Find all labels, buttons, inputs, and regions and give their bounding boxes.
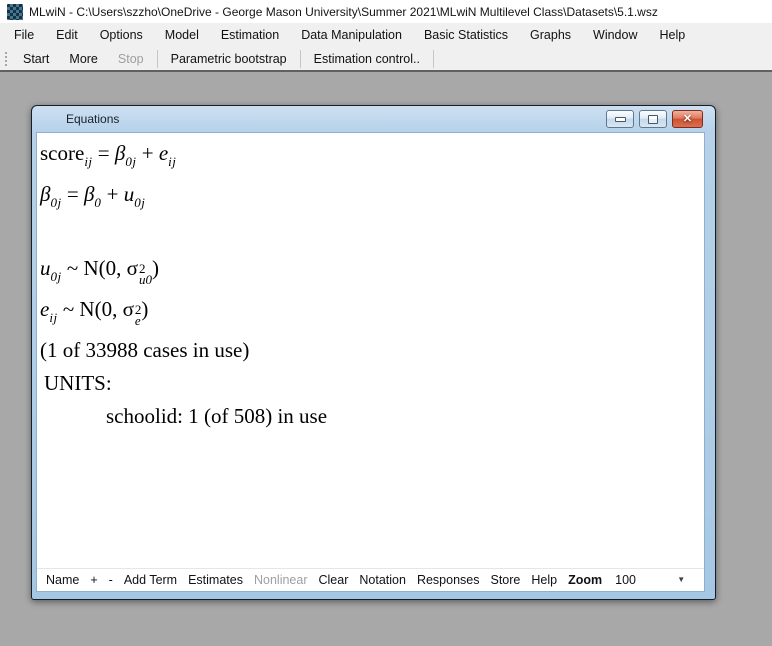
- window-controls: ✕: [606, 110, 703, 128]
- equation-token: ~ N(0,: [58, 297, 123, 321]
- equation-token: ~ N(0,: [62, 256, 127, 280]
- equation-token: ij: [168, 154, 176, 169]
- menu-item-model[interactable]: Model: [154, 23, 210, 47]
- eq-button-help[interactable]: Help: [531, 573, 557, 587]
- toolbar-button-more[interactable]: More: [59, 48, 107, 69]
- equations-body: scoreij = β0j + eijβ0j = β0 + u0ju0j ~ N…: [36, 132, 705, 592]
- eq-button-notation[interactable]: Notation: [359, 573, 406, 587]
- equations-titlebar[interactable]: Equations ✕: [32, 106, 715, 132]
- eq-button-responses[interactable]: Responses: [417, 573, 480, 587]
- menu-item-edit[interactable]: Edit: [45, 23, 89, 47]
- window-title: MLwiN - C:\Users\szzho\OneDrive - George…: [29, 5, 658, 19]
- equation-token: +: [101, 182, 123, 206]
- stacked-scripts: 2u0: [139, 263, 152, 285]
- menu-bar: FileEditOptionsModelEstimationData Manip…: [0, 23, 772, 47]
- equation-token: β: [115, 141, 125, 165]
- mlwin-application: MLwiN - C:\Users\szzho\OneDrive - George…: [0, 0, 772, 646]
- equation-token: ij: [84, 154, 92, 169]
- equation-token: 0j: [50, 195, 61, 210]
- equation-token: σ: [123, 297, 134, 321]
- equation-token: ): [141, 297, 148, 321]
- minimize-button[interactable]: [606, 110, 634, 128]
- eq-button-store[interactable]: Store: [490, 573, 520, 587]
- menu-item-options[interactable]: Options: [89, 23, 154, 47]
- toolbar-button-start[interactable]: Start: [13, 48, 59, 69]
- toolbar-separator: [433, 50, 434, 68]
- equation-token: score: [40, 141, 84, 165]
- toolbar-grip-handle[interactable]: [4, 51, 8, 67]
- mlwin-app-icon: [7, 4, 23, 20]
- equation-line[interactable]: eij ~ N(0, σ2e): [40, 293, 704, 334]
- maximize-button[interactable]: [639, 110, 667, 128]
- equation-token: 0j: [134, 195, 145, 210]
- equation-token: UNITS:: [44, 371, 112, 395]
- equation-token: β: [40, 182, 50, 206]
- menu-item-help[interactable]: Help: [649, 23, 697, 47]
- toolbar: StartMoreStop Parametric bootstrap Estimat…: [0, 47, 772, 72]
- equations-window-title: Equations: [66, 112, 119, 126]
- equation-token: =: [93, 141, 115, 165]
- equation-token: 0j: [51, 269, 62, 284]
- window-titlebar: MLwiN - C:\Users\szzho\OneDrive - George…: [0, 0, 772, 23]
- subscript: u0: [139, 274, 152, 285]
- equation-token: (1 of 33988 cases in use): [40, 338, 249, 362]
- equations-bottom-toolbar: Name +-Add Term Estimates Nonlinear Clear Not…: [37, 568, 704, 591]
- equation-token: β: [84, 182, 94, 206]
- close-button[interactable]: ✕: [672, 110, 703, 128]
- menu-item-window[interactable]: Window: [582, 23, 648, 47]
- zoom-level-select[interactable]: 100 ▼: [613, 571, 689, 589]
- eq-button-+[interactable]: +: [90, 573, 97, 587]
- equation-token: ): [152, 256, 159, 280]
- eq-button-clear[interactable]: Clear: [319, 573, 349, 587]
- equation-line[interactable]: u0j ~ N(0, σ2u0): [40, 252, 704, 293]
- toolbar-separator: [300, 50, 301, 68]
- menu-item-estimation[interactable]: Estimation: [210, 23, 290, 47]
- equation-token: σ: [127, 256, 138, 280]
- equation-token: e: [40, 297, 49, 321]
- close-icon: ✕: [683, 114, 692, 125]
- eq-button-item[interactable]: -: [109, 573, 113, 587]
- menu-item-data-manipulation[interactable]: Data Manipulation: [290, 23, 413, 47]
- equation-line[interactable]: β0j = β0 + u0j: [40, 178, 704, 219]
- equation-token: u: [40, 256, 51, 280]
- toolbar-button-stop: Stop: [108, 48, 154, 69]
- menu-item-file[interactable]: File: [3, 23, 45, 47]
- equations-window: Equations ✕ scoreij = β0j + eijβ0j = β0 …: [31, 105, 716, 600]
- eq-button-name[interactable]: Name: [46, 573, 79, 587]
- equation-line[interactable]: UNITS:: [40, 367, 704, 400]
- eq-button-nonlinear: Nonlinear: [254, 573, 308, 587]
- toolbar-separator: [157, 50, 158, 68]
- equation-line[interactable]: scoreij = β0j + eij: [40, 137, 704, 178]
- equation-line[interactable]: [40, 219, 704, 252]
- equation-token: e: [159, 141, 168, 165]
- zoom-value: 100: [615, 573, 636, 587]
- equation-line[interactable]: schoolid: 1 (of 508) in use: [40, 400, 704, 433]
- equation-token: schoolid: 1 (of 508) in use: [106, 404, 327, 428]
- equation-token: ij: [49, 310, 57, 325]
- zoom-label: Zoom: [568, 573, 602, 587]
- toolbar-button-estimation-control[interactable]: Estimation control..: [304, 48, 430, 69]
- equations-canvas[interactable]: scoreij = β0j + eijβ0j = β0 + u0ju0j ~ N…: [37, 133, 704, 568]
- menu-item-basic-statistics[interactable]: Basic Statistics: [413, 23, 519, 47]
- equation-line[interactable]: (1 of 33988 cases in use): [40, 334, 704, 367]
- eq-button-add-term[interactable]: Add Term: [124, 573, 177, 587]
- toolbar-button-parametric-bootstrap[interactable]: Parametric bootstrap: [161, 48, 297, 69]
- mdi-workspace: Equations ✕ scoreij = β0j + eijβ0j = β0 …: [0, 72, 772, 646]
- chevron-down-icon: ▼: [677, 576, 685, 584]
- equation-token: +: [136, 141, 158, 165]
- equation-token: 0j: [125, 154, 136, 169]
- maximize-icon: [648, 115, 658, 124]
- menu-item-graphs[interactable]: Graphs: [519, 23, 582, 47]
- minimize-icon: [615, 117, 626, 122]
- equation-token: u: [124, 182, 135, 206]
- eq-button-estimates[interactable]: Estimates: [188, 573, 243, 587]
- equation-token: =: [62, 182, 84, 206]
